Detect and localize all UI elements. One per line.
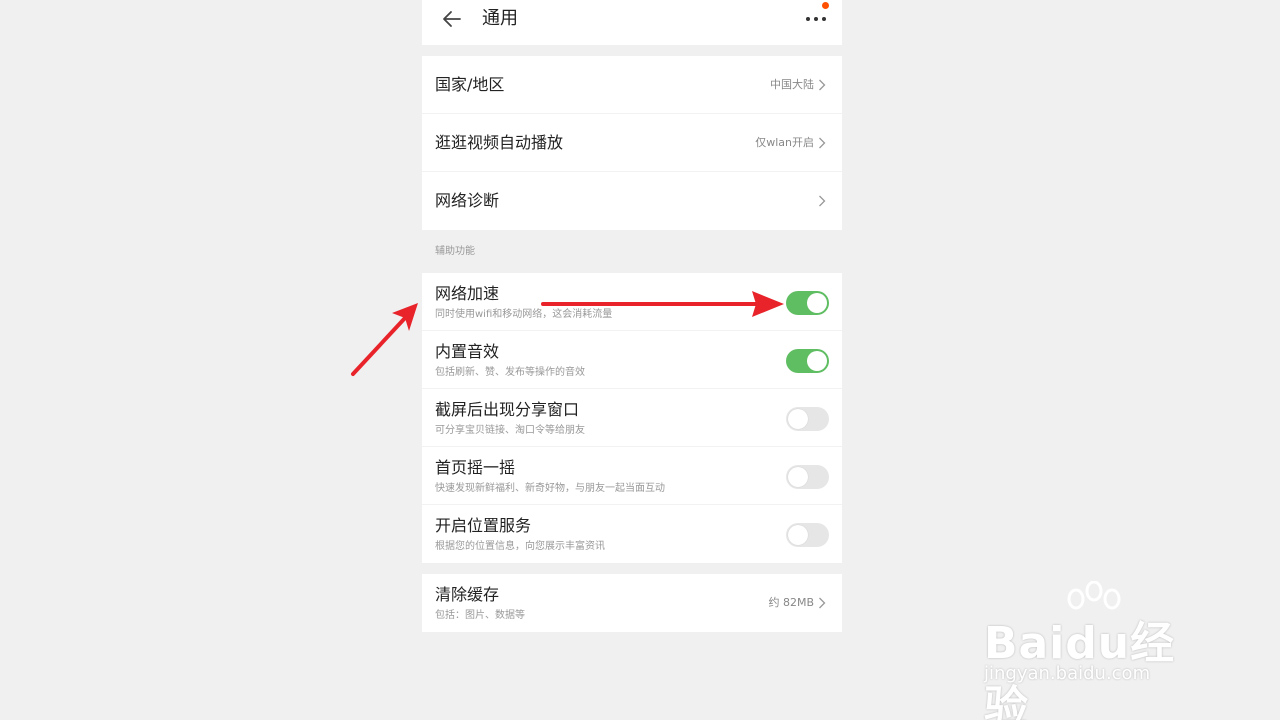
row-title: 逛逛视频自动播放 [435,133,564,152]
country-region-row[interactable]: 国家/地区 中国大陆 [422,56,842,114]
top-bar: 通用 [422,0,842,45]
location-service-row: 开启位置服务 根据您的位置信息，向您展示丰富资讯 [422,505,842,563]
page-title: 通用 [482,8,518,29]
shake-toggle[interactable] [786,465,829,489]
row-subtitle: 可分享宝贝链接、淘口令等给朋友 [435,425,585,436]
clear-cache-row[interactable]: 清除缓存 包括：图片、数据等 约 82MB [422,574,842,632]
chevron-right-icon [819,137,826,149]
cache-settings-group: 清除缓存 包括：图片、数据等 约 82MB [422,574,842,632]
shake-row: 首页摇一摇 快速发现新鲜福利、新奇好物，与朋友一起当面互动 [422,447,842,505]
row-subtitle: 快速发现新鲜福利、新奇好物，与朋友一起当面互动 [435,483,665,494]
network-acceleration-toggle[interactable] [786,291,829,315]
back-button[interactable] [440,8,466,30]
accessibility-settings-group: 网络加速 同时使用wifi和移动网络，这会消耗流量 内置音效 包括刷新、赞、发布… [422,273,842,563]
screenshot-share-row: 截屏后出现分享窗口 可分享宝贝链接、淘口令等给朋友 [422,389,842,447]
network-acceleration-row: 网络加速 同时使用wifi和移动网络，这会消耗流量 [422,273,842,331]
row-subtitle: 根据您的位置信息，向您展示丰富资讯 [435,541,605,552]
chevron-right-icon [819,195,826,207]
row-title: 网络加速 [435,284,500,303]
builtin-sound-row: 内置音效 包括刷新、赞、发布等操作的音效 [422,331,842,389]
row-subtitle: 包括：图片、数据等 [435,610,525,621]
more-dots-icon [806,17,810,21]
chevron-right-icon [819,597,826,609]
row-title: 网络诊断 [435,191,500,210]
builtin-sound-toggle[interactable] [786,349,829,373]
section-label-accessibility: 辅助功能 [435,246,475,257]
watermark-url: jingyan.baidu.com [984,663,1151,684]
annotation-arrow-diagonal [351,303,418,376]
row-subtitle: 包括刷新、赞、发布等操作的音效 [435,367,585,378]
notification-dot [822,2,829,9]
baidu-jingyan-watermark: Baidu经验 jingyan.baidu.com [980,581,1220,720]
row-title: 清除缓存 [435,585,500,604]
location-service-toggle[interactable] [786,523,829,547]
row-title: 首页摇一摇 [435,458,516,477]
row-value: 仅wlan开启 [755,136,814,149]
general-settings-group: 国家/地区 中国大陆 逛逛视频自动播放 仅wlan开启 网络诊断 [422,56,842,230]
chevron-right-icon [819,79,826,91]
network-diagnosis-row[interactable]: 网络诊断 [422,172,842,230]
row-title: 截屏后出现分享窗口 [435,400,580,419]
row-title: 开启位置服务 [435,516,532,535]
screenshot-share-toggle[interactable] [786,407,829,431]
row-value: 约 82MB [768,596,814,609]
row-title: 国家/地区 [435,75,505,94]
settings-screen: 通用 国家/地区 中国大陆 逛逛视频自动播放 仅wlan开启 网络诊断 辅助功能… [422,0,842,720]
row-subtitle: 同时使用wifi和移动网络，这会消耗流量 [435,309,613,320]
more-button[interactable] [802,2,832,32]
arrow-left-icon [443,11,461,27]
row-value: 中国大陆 [770,78,814,91]
video-autoplay-row[interactable]: 逛逛视频自动播放 仅wlan开启 [422,114,842,172]
row-title: 内置音效 [435,342,500,361]
